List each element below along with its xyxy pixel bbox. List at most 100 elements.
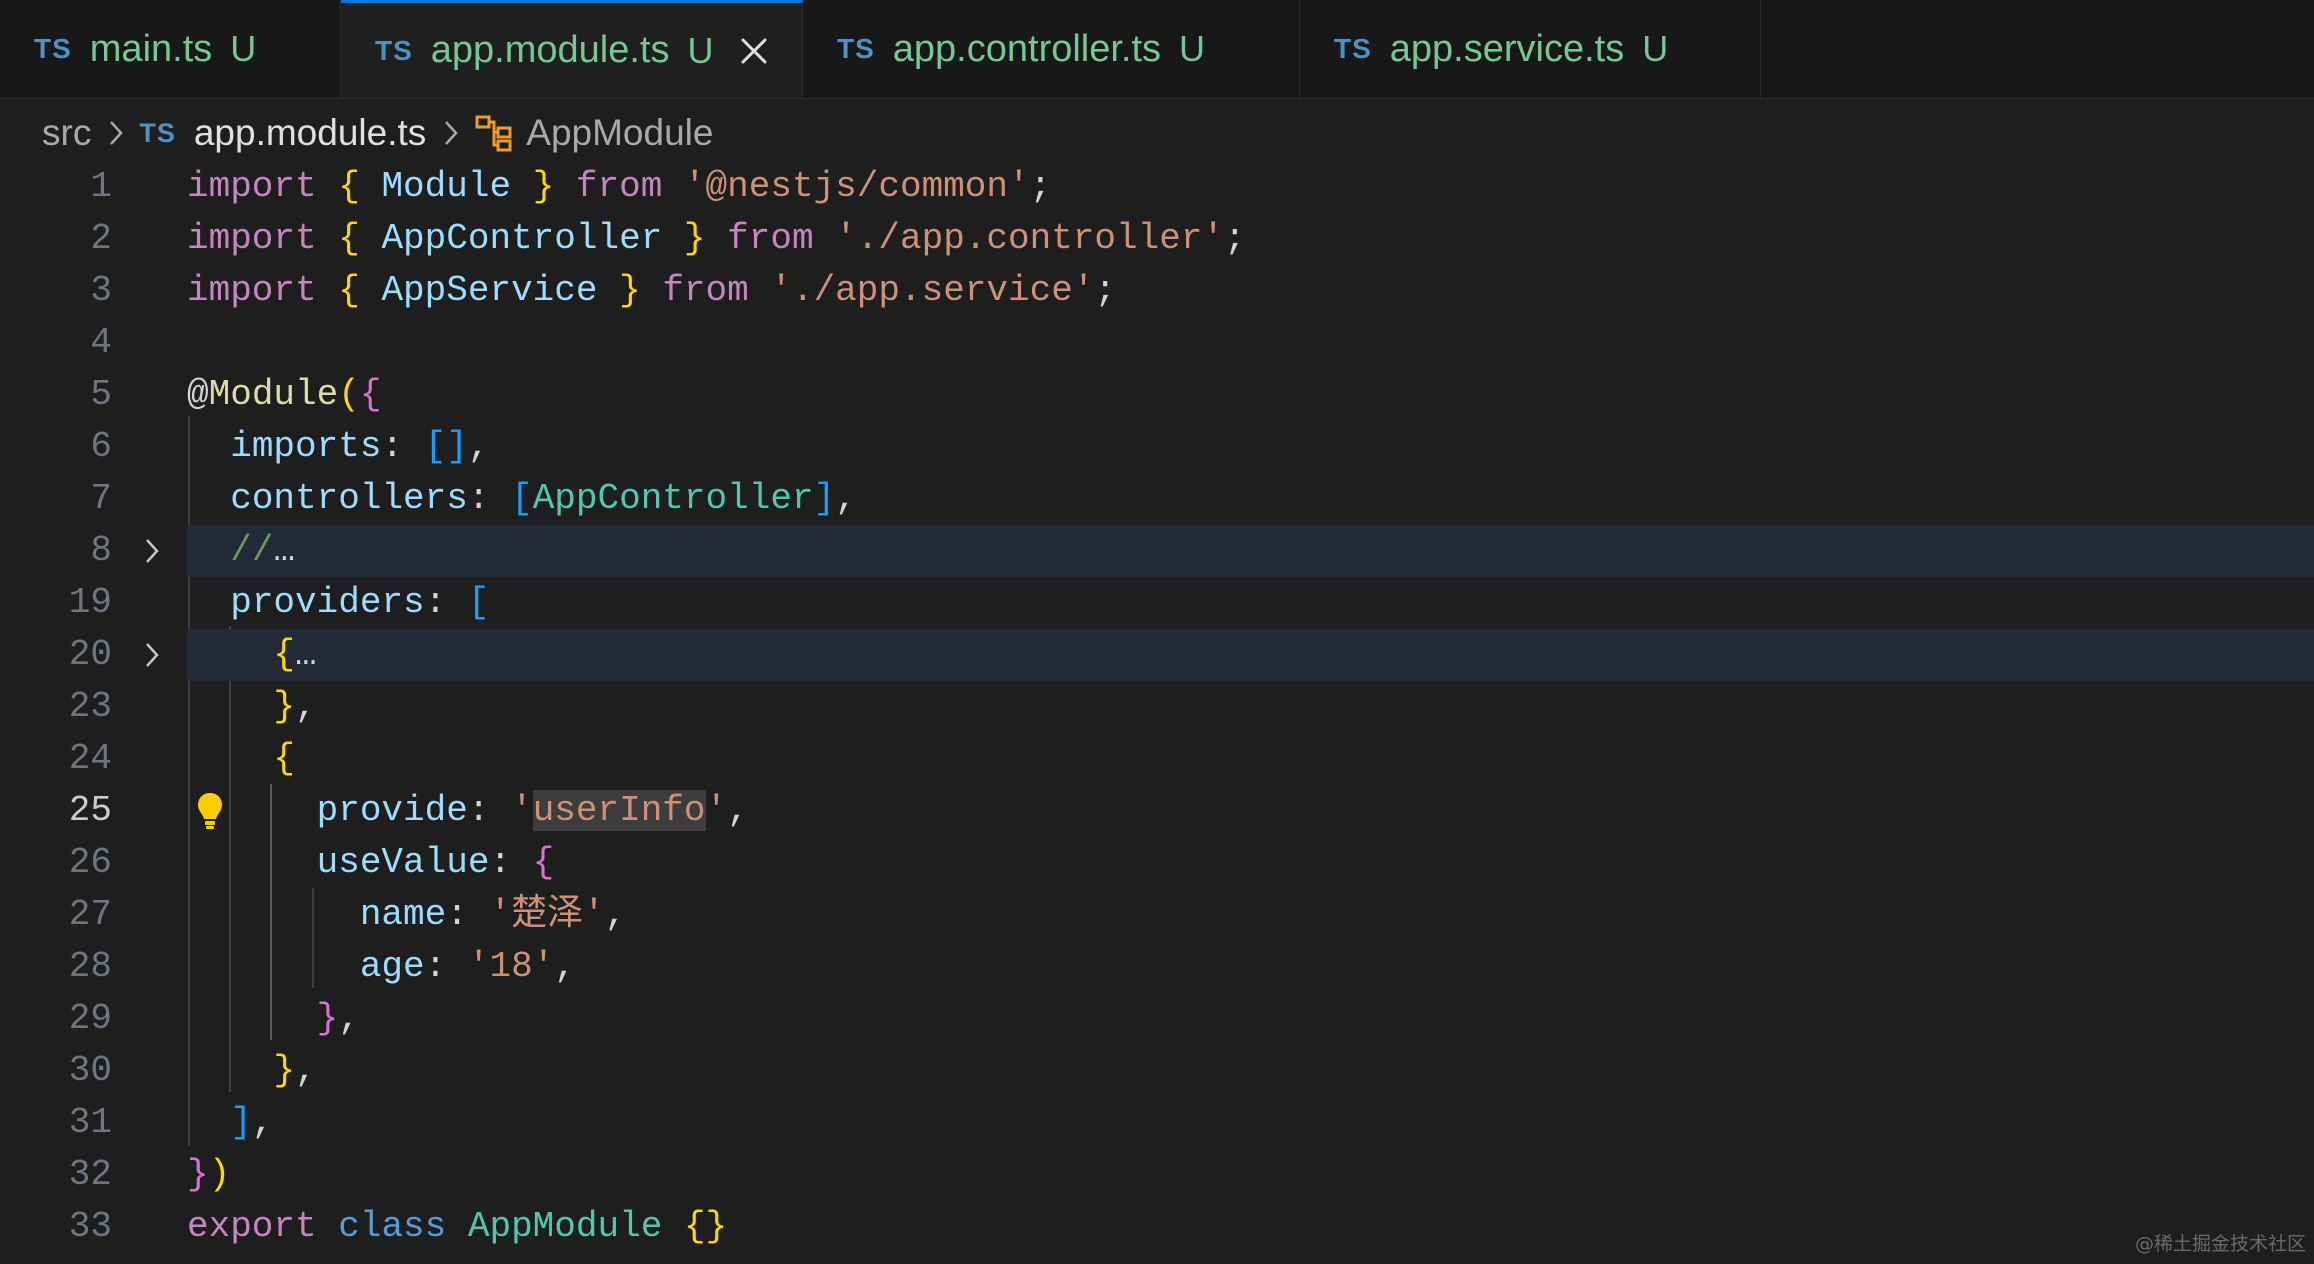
code-line[interactable]: import { Module } from '@nestjs/common'; xyxy=(187,161,1051,213)
code-line[interactable]: age: '18', xyxy=(187,941,576,993)
code-line[interactable]: }) xyxy=(187,1149,230,1201)
code-token: … xyxy=(295,634,317,675)
line-number: 19 xyxy=(68,582,112,623)
code-line[interactable]: { xyxy=(187,733,295,785)
code-token: } xyxy=(273,1050,296,1091)
code-line[interactable]: useValue: { xyxy=(187,837,555,889)
code-token: , xyxy=(295,1050,317,1091)
line-number: 30 xyxy=(68,1050,112,1091)
code-token: : xyxy=(446,894,490,935)
code-token: provide xyxy=(316,790,468,831)
code-token: … xyxy=(273,530,296,571)
code-token: './app.service' xyxy=(770,270,1095,311)
line-number: 1 xyxy=(90,166,112,207)
code-line[interactable]: //… xyxy=(187,525,295,577)
code-token: ) xyxy=(208,1154,231,1195)
code-token: import xyxy=(187,218,317,259)
code-token: } xyxy=(273,686,296,727)
code-line[interactable]: }, xyxy=(187,681,317,733)
line-number: 6 xyxy=(90,426,112,467)
line-number: 29 xyxy=(68,998,112,1039)
line-number: 25 xyxy=(68,790,112,831)
line-number: 28 xyxy=(68,946,112,987)
code-line[interactable]: export class AppModule {} xyxy=(187,1201,727,1253)
code-line[interactable]: providers: [ xyxy=(187,577,489,629)
code-token: '@nestjs/common' xyxy=(683,166,1030,207)
line-number: 33 xyxy=(68,1206,112,1247)
code-token: // xyxy=(230,530,274,571)
code-token: '楚泽' xyxy=(489,894,605,935)
code-token: { xyxy=(273,738,296,779)
code-token: class xyxy=(338,1206,447,1247)
code-line[interactable]: controllers: [AppController], xyxy=(187,473,857,525)
code-line[interactable]: provide: 'userInfo', xyxy=(187,785,749,837)
code-token: : xyxy=(381,426,425,467)
code-token: { xyxy=(338,270,360,311)
code-line[interactable]: ], xyxy=(187,1097,273,1149)
code-line[interactable]: imports: [], xyxy=(187,421,489,473)
line-number: 4 xyxy=(90,322,112,363)
line-number: 8 xyxy=(90,530,112,571)
code-token: } xyxy=(187,1154,209,1195)
line-number: 32 xyxy=(68,1154,112,1195)
code-token: {} xyxy=(683,1206,728,1247)
fold-chevron-icon[interactable] xyxy=(144,629,168,681)
code-line[interactable]: }, xyxy=(187,1045,317,1097)
line-number: 3 xyxy=(90,270,112,311)
watermark: @稀土掘金技术社区 xyxy=(2134,1233,2306,1255)
code-token: , xyxy=(295,686,317,727)
code-line[interactable]: @Module({ xyxy=(187,369,381,421)
code-token: : xyxy=(467,790,512,831)
fold-chevron-icon[interactable] xyxy=(144,525,168,577)
line-number: 31 xyxy=(68,1102,112,1143)
code-line[interactable]: {… xyxy=(187,629,317,681)
line-number: 27 xyxy=(68,894,112,935)
code-token: ; xyxy=(1224,218,1246,259)
code-token: ' xyxy=(705,790,728,831)
code-line[interactable]: import { AppController } from './app.con… xyxy=(187,213,1246,265)
code-token: [ xyxy=(467,582,490,623)
code-token: AppController xyxy=(381,218,663,259)
code-token: , xyxy=(727,790,749,831)
code-token: ; xyxy=(1094,270,1117,311)
code-token: AppModule xyxy=(467,1206,663,1247)
code-token: from xyxy=(575,166,663,207)
line-number: 24 xyxy=(68,738,112,779)
code-token: : xyxy=(467,478,512,519)
code-token: { xyxy=(532,842,555,883)
code-token: } xyxy=(532,166,555,207)
code-token: '18' xyxy=(467,946,555,987)
code-line[interactable]: }, xyxy=(187,993,360,1045)
code-token: from xyxy=(662,270,749,311)
code-editor[interactable]: 1 import { Module } from '@nestjs/common'… xyxy=(0,0,2314,1264)
code-token: [ xyxy=(511,478,533,519)
code-line[interactable]: import { AppService } from './app.servic… xyxy=(187,265,1116,317)
code-token: userInfo xyxy=(532,790,706,831)
code-line[interactable]: name: '楚泽', xyxy=(187,889,626,941)
folded-line-highlight xyxy=(187,629,2314,681)
code-token: , xyxy=(604,894,627,935)
